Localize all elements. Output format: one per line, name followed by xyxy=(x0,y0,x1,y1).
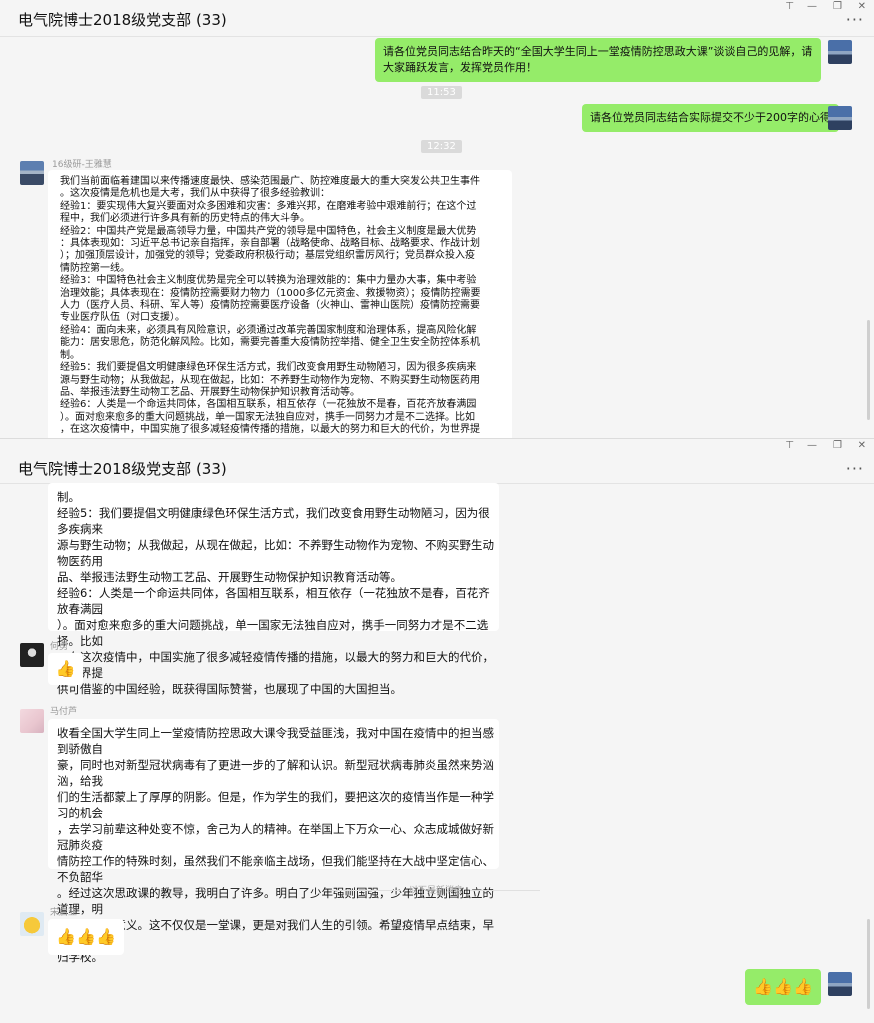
restore-icon[interactable]: ❐ xyxy=(833,1,842,12)
title-bar: 电气院博士2018级党支部 (33) ⊤ — ❐ ✕ ··· xyxy=(0,0,874,37)
message-line: ，去学习前辈这种处变不惊，舍己为人的精神。在举国上下万众一心、众志成城做好新冠肺… xyxy=(57,822,494,852)
message-bubble[interactable]: 👍👍👍 xyxy=(48,919,124,955)
title-bar: 电气院博士2018级党支部 (33) ⊤ — ❐ ✕ ··· xyxy=(0,439,874,484)
chat-window-top: 电气院博士2018级党支部 (33) ⊤ — ❐ ✕ ··· 请各位党员同志结合… xyxy=(0,0,874,438)
message-line: ）；加强顶层设计，加强党的领导；党委政府积极行动；基层党组织雷厉风行；党员群众投… xyxy=(60,250,475,262)
new-message-divider xyxy=(470,890,540,891)
sender-name: 16级研-王雅慧 xyxy=(52,160,112,170)
message-line: 们的生活都蒙上了厚厚的阴影。但是，作为学生的我们，要把这次的疫情当作是一种学习的… xyxy=(57,790,494,820)
my-message-bubble[interactable]: 👍👍👍 xyxy=(745,969,821,1005)
my-avatar[interactable] xyxy=(828,40,852,64)
sender-avatar[interactable] xyxy=(20,709,44,733)
chat-title: 电气院博士2018级党支部 (33) xyxy=(18,460,227,478)
message-line: 程中，我们必须进行许多具有新的历史特点的伟大斗争。 xyxy=(60,213,310,225)
more-options-icon[interactable]: ··· xyxy=(846,459,864,478)
message-line: 源与野生动物；从我做起，从现在做起，比如：不养野生动物作为宠物、不购买野生动物医… xyxy=(57,538,494,568)
message-bubble[interactable]: 👍 xyxy=(48,653,83,685)
message-line: 经验5：我们要提倡文明健康绿色环保生活方式，我们改变食用野生动物陋习，因为很多疾… xyxy=(57,506,490,536)
new-message-divider xyxy=(330,890,400,891)
thumbs-up-icon: 👍👍👍 xyxy=(753,977,813,996)
scrollbar[interactable] xyxy=(867,919,870,1009)
message-line: 经验6：人类是一个命运共同体，各国相互联系，相互依存（一花独放不是春，百花齐放春… xyxy=(57,586,490,616)
message-line: ，在这次疫情中，中国实施了很多减轻疫情传播的措施，以最大的努力和巨大的代价，为世… xyxy=(57,650,494,680)
chat-title: 电气院博士2018级党支部 (33) xyxy=(18,11,227,29)
my-avatar[interactable] xyxy=(828,106,852,130)
message-bubble[interactable]: 我们当前面临着建国以来传播速度最快、感染范围最广、防控难度最大的重大突发公共卫生… xyxy=(48,170,512,438)
message-line: 人力（医疗人员、科研、军人等）疫情防控需要医疗设备（火神山、雷神山医院）疫情防控… xyxy=(60,300,480,312)
message-line: 经验6：人类是一个命运共同体，各国相互联系，相互依存（一花独放不是春，百花齐放春… xyxy=(60,399,477,411)
message-line: 。这次疫情是危机也是大考，我们从中获得了很多经验教训： xyxy=(60,188,330,200)
pin-icon[interactable]: ⊤ xyxy=(785,440,794,451)
message-line: ：具体表现如：习近平总书记亲自指挥，亲自部署（战略使命、战略目标、战略要求、作战… xyxy=(60,238,480,250)
message-line: 制。 xyxy=(60,349,80,361)
message-line: 品、举报违法野生动物工艺品、开展野生动物保护知识教育活动等。 xyxy=(60,386,360,398)
restore-icon[interactable]: ❐ xyxy=(833,440,842,451)
message-line: 能力：居安思危，防范化解风险。比如，需要完善重大疫情防控举措、健全卫生安全防控体… xyxy=(60,337,480,349)
message-line: 我们当前面临着建国以来传播速度最快、感染范围最广、防控难度最大的重大突发公共卫生… xyxy=(60,176,480,187)
message-line: ，在这次疫情中，中国实施了很多减轻疫情传播的措施，以最大的努力和巨大的代价，为世… xyxy=(60,424,480,436)
message-line: 经验1：要实现伟大复兴要面对众多困难和灾害：多难兴邦，在磨难考验中艰难前行；在这… xyxy=(60,200,477,212)
message-line: 收看全国大学生同上一堂疫情防控思政大课令我受益匪浅，我对中国在疫情中的担当感到骄… xyxy=(57,726,494,756)
message-line: 治理效能；具体表现在：疫情防控需要财力物力（1000多亿元资金、救援物资）；疫情… xyxy=(60,287,481,299)
message-line: 经验2：中国共产党是最高领导力量，中国共产党的领导是中国特色，社会主义制度是最大… xyxy=(60,225,477,237)
sender-avatar[interactable] xyxy=(20,643,44,667)
sender-avatar[interactable] xyxy=(20,912,44,936)
message-line: ）。面对愈来愈多的重大问题挑战，单一国家无法独自应对，携手一同努力才是不二选择。… xyxy=(60,411,475,423)
my-message-bubble[interactable]: 请各位党员同志结合实际提交不少于200字的心得 xyxy=(582,104,839,132)
message-line: 经验5：我们要提倡文明健康绿色环保生活方式，我们改变食用野生动物陋习，因为很多疾… xyxy=(60,362,477,374)
chat-window-bottom: 电气院博士2018级党支部 (33) ⊤ — ❐ ✕ ··· 制。 经验5：我们… xyxy=(0,438,874,1023)
sender-name: 马付芦 xyxy=(50,707,78,717)
message-line: 经验3：中国特色社会主义制度优势是完全可以转换为治理效能的：集中力量办大事，集中… xyxy=(60,275,477,287)
close-icon[interactable]: ✕ xyxy=(858,440,866,451)
message-line: 供可借鉴的中国经验，既获得国际赞誉，也展现了中国的大国担当。 xyxy=(57,682,402,696)
more-options-icon[interactable]: ··· xyxy=(846,10,864,29)
message-line: 源与野生动物；从我做起，从现在做起，比如：不养野生动物作为宠物、不购买野生动物医… xyxy=(60,374,480,386)
sender-name: 宋启亚 xyxy=(50,908,78,918)
my-avatar[interactable] xyxy=(828,972,852,996)
timestamp: 12:32 xyxy=(421,140,462,153)
scrollbar[interactable] xyxy=(867,320,870,420)
thumbs-up-icon: 👍 xyxy=(55,659,76,678)
my-message-bubble[interactable]: 请各位党员同志结合昨天的“全国大学生同上一堂疫情防控思政大课”谈谈自己的见解，请… xyxy=(375,38,821,82)
timestamp: 11:53 xyxy=(421,86,462,99)
new-message-label: 以下是新消息 xyxy=(409,886,464,896)
message-bubble[interactable]: 制。 经验5：我们要提倡文明健康绿色环保生活方式，我们改变食用野生动物陋习，因为… xyxy=(48,483,499,696)
minimize-icon[interactable]: — xyxy=(807,440,817,451)
message-bubble[interactable]: 收看全国大学生同上一堂疫情防控思政大课令我受益匪浅，我对中国在疫情中的担当感到骄… xyxy=(48,719,499,964)
message-line: 品、举报违法野生动物工艺品、开展野生动物保护知识教育活动等。 xyxy=(57,570,402,584)
sender-avatar[interactable] xyxy=(20,161,44,185)
thumbs-up-icon: 👍👍👍 xyxy=(56,927,116,946)
message-line: 经验4：面向未来，必须具有风险意识，必须通过改革完善国家制度和治理体系，提高风险… xyxy=(60,324,477,336)
message-line: 制。 xyxy=(57,490,80,504)
sender-name: 何勇 xyxy=(50,642,69,652)
message-line: 情防控工作的特殊时刻，虽然我们不能亲临主战场，但我们能坚持在大战中坚定信心、不负… xyxy=(57,854,494,884)
minimize-icon[interactable]: — xyxy=(807,1,817,12)
message-line: 豪，同时也对新型冠状病毒有了更进一步的了解和认识。新型冠状病毒肺炎虽然来势汹汹，… xyxy=(57,758,494,788)
message-line: ）。面对愈来愈多的重大问题挑战，单一国家无法独自应对，携手一同努力才是不二选择。… xyxy=(57,618,489,648)
message-line: 情防控第一线。 xyxy=(60,262,130,274)
message-line: 专业医疗队伍（对口支援）。 xyxy=(60,312,185,324)
pin-icon[interactable]: ⊤ xyxy=(785,1,794,12)
